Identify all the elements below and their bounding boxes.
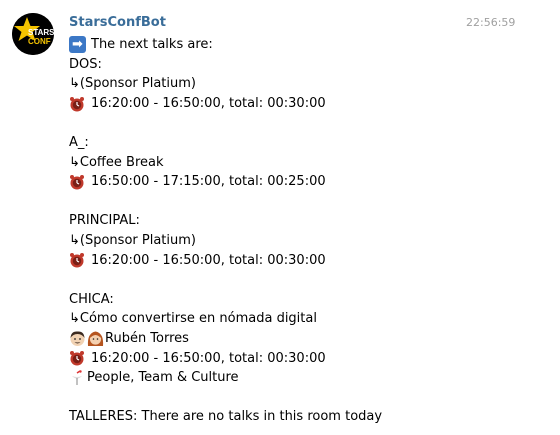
right-arrow-emoji-icon: ➡ xyxy=(69,36,86,54)
hook-arrow-icon: ↳ xyxy=(69,76,80,92)
pushpin-icon xyxy=(69,370,85,386)
talk-line: ↳ (Sponsor Platium) xyxy=(69,231,549,251)
track-line: People, Team & Culture xyxy=(69,368,549,388)
speaker-line: Rubén Torres xyxy=(69,329,549,349)
alarm-clock-icon xyxy=(69,96,85,112)
starsconf-logo-icon: STARS CONF xyxy=(12,13,54,55)
avatar-text-top: STARS xyxy=(28,28,54,37)
speaker-name: Rubén Torres xyxy=(105,330,189,346)
alarm-clock-icon xyxy=(69,350,85,366)
room-name: A_: xyxy=(69,134,89,150)
room-name: PRINCIPAL: xyxy=(69,213,140,229)
alarm-clock-icon xyxy=(69,174,85,190)
talk-title: (Sponsor Platium) xyxy=(79,232,196,248)
talk-title: (Sponsor Platium) xyxy=(79,76,196,92)
schedule-text: 16:20:00 - 16:50:00, total: 00:30:00 xyxy=(91,350,326,366)
intro-line: ➡ The next talks are: xyxy=(69,35,549,55)
schedule-text: 16:20:00 - 16:50:00, total: 00:30:00 xyxy=(91,95,326,111)
talk-title: Coffee Break xyxy=(79,154,164,170)
bot-avatar[interactable]: STARS CONF xyxy=(12,13,54,55)
schedule-line: 16:20:00 - 16:50:00, total: 00:30:00 xyxy=(69,94,549,114)
message-time: 22:56:59 xyxy=(466,16,516,29)
schedule-text: 16:50:00 - 17:15:00, total: 00:25:00 xyxy=(91,174,326,190)
woman-face-icon xyxy=(87,330,104,347)
talk-line: ↳ Coffee Break xyxy=(69,153,549,173)
schedule-line: 16:20:00 - 16:50:00, total: 00:30:00 xyxy=(69,349,549,369)
schedule-line: 16:20:00 - 16:50:00, total: 00:30:00 xyxy=(69,251,549,271)
schedule-text: 16:20:00 - 16:50:00, total: 00:30:00 xyxy=(91,252,326,268)
talk-title: Cómo convertirse en nómada digital xyxy=(79,311,317,327)
hook-arrow-icon: ↳ xyxy=(69,311,80,327)
talk-line: ↳ (Sponsor Platium) xyxy=(69,74,549,94)
talk-line: ↳ Cómo convertirse en nómada digital xyxy=(69,309,549,329)
message-body: ➡ The next talks are: DOS: ↳ (Sponsor Pl… xyxy=(69,35,549,427)
no-talks-text: TALLERES: There are no talks in this roo… xyxy=(69,409,383,425)
intro-text: The next talks are: xyxy=(91,37,213,52)
sender-name[interactable]: StarsConfBot xyxy=(69,15,166,30)
hook-arrow-icon: ↳ xyxy=(69,232,80,248)
hook-arrow-icon: ↳ xyxy=(69,154,80,170)
man-face-icon xyxy=(69,330,86,347)
chat-message: STARS CONF StarsConfBot 22:56:59 ➡ The n… xyxy=(0,0,560,435)
room-name: DOS: xyxy=(69,56,102,72)
avatar-text-bottom: CONF xyxy=(28,37,51,46)
schedule-line: 16:50:00 - 17:15:00, total: 00:25:00 xyxy=(69,172,549,192)
no-talks-line: TALLERES: There are no talks in this roo… xyxy=(69,407,549,427)
room-name: CHICA: xyxy=(69,291,114,307)
alarm-clock-icon xyxy=(69,252,85,268)
track-name: People, Team & Culture xyxy=(87,370,239,386)
